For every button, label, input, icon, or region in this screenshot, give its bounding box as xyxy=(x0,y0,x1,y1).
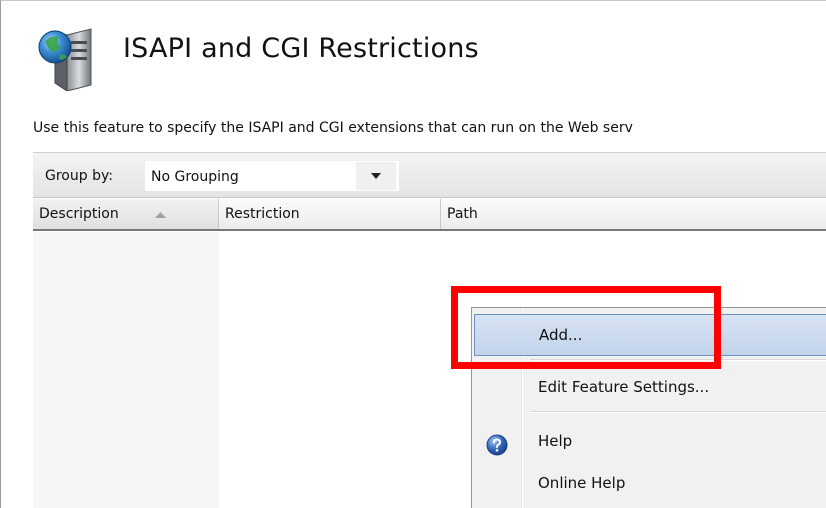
server-globe-icon xyxy=(33,25,101,92)
help-icon xyxy=(486,430,508,456)
menu-item-help[interactable]: Help xyxy=(474,420,826,462)
sort-ascending-icon xyxy=(155,212,166,218)
column-label-restriction: Restriction xyxy=(225,206,300,222)
column-label-description: Description xyxy=(39,206,119,222)
menu-item-edit-feature-settings[interactable]: Edit Feature Settings... xyxy=(474,366,826,408)
menu-separator xyxy=(530,411,826,413)
menu-item-label: Edit Feature Settings... xyxy=(538,378,710,396)
highlight-annotation xyxy=(451,286,721,369)
menu-item-label: Help xyxy=(538,432,573,450)
group-by-value: No Grouping xyxy=(151,169,239,185)
chevron-down-icon xyxy=(371,173,381,179)
column-header-path[interactable]: Path xyxy=(441,199,826,229)
list-column-headers: Description Restriction Path xyxy=(33,199,826,231)
menu-item-online-help[interactable]: Online Help xyxy=(474,462,826,504)
column-label-path: Path xyxy=(447,206,478,222)
feature-page: ISAPI and CGI Restrictions Use this feat… xyxy=(0,0,826,508)
group-by-label: Group by: xyxy=(45,168,113,184)
page-title: ISAPI and CGI Restrictions xyxy=(123,33,479,64)
menu-item-label: Online Help xyxy=(538,474,626,492)
group-by-dropdown[interactable]: No Grouping xyxy=(145,161,399,191)
dropdown-button[interactable] xyxy=(356,162,396,190)
column-header-description[interactable]: Description xyxy=(33,199,219,229)
sorted-column-shade xyxy=(33,232,219,508)
feature-description: Use this feature to specify the ISAPI an… xyxy=(33,120,633,136)
column-header-restriction[interactable]: Restriction xyxy=(219,199,441,229)
group-by-toolbar: Group by: No Grouping xyxy=(33,152,826,198)
